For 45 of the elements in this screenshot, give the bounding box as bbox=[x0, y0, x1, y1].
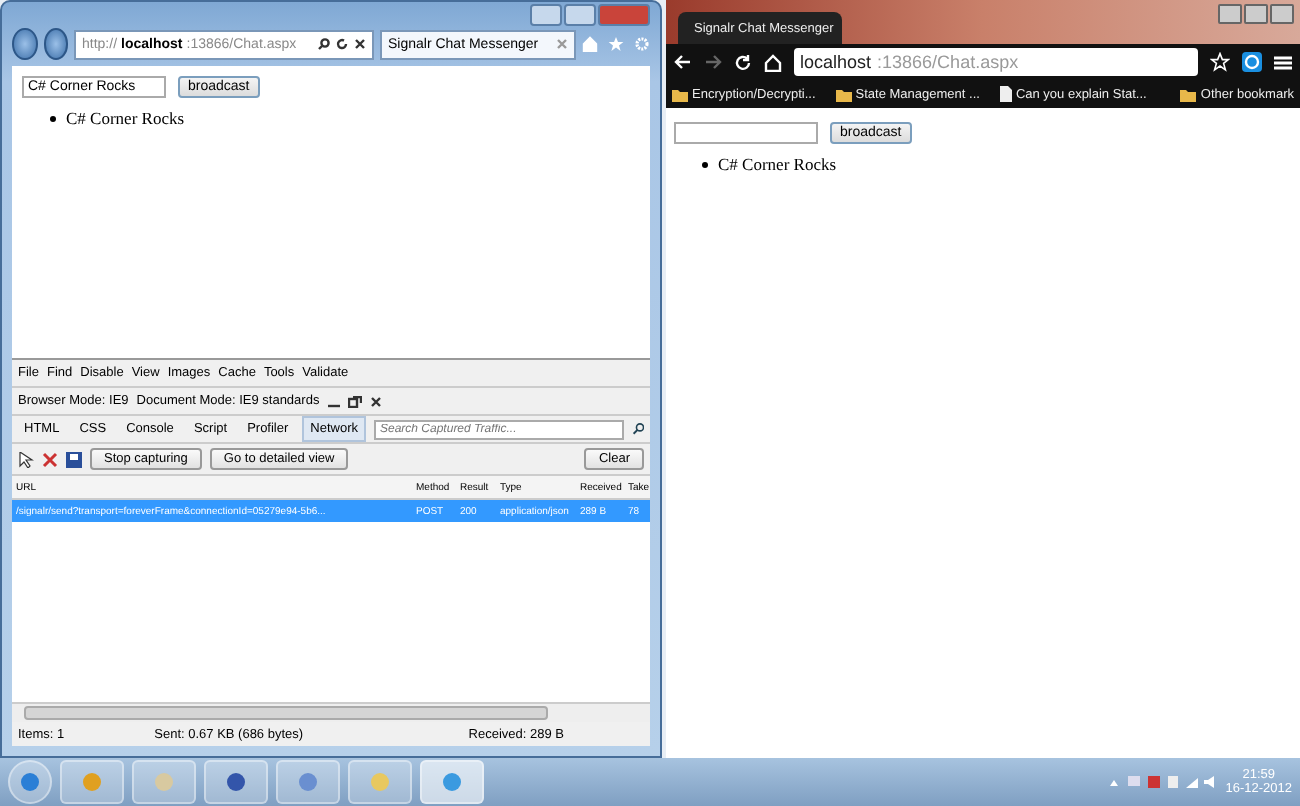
tray-icons-drawing[interactable] bbox=[1109, 774, 1214, 790]
maximize-button[interactable] bbox=[564, 4, 596, 26]
close-icon[interactable] bbox=[369, 395, 382, 407]
app-circle-icon bbox=[154, 772, 174, 792]
folder-icon bbox=[1180, 87, 1197, 101]
star-icon[interactable] bbox=[608, 36, 624, 52]
reload-icon[interactable] bbox=[734, 53, 752, 71]
save-icon[interactable] bbox=[66, 451, 82, 467]
bullet-icon bbox=[702, 162, 708, 168]
maximize-button[interactable] bbox=[1244, 4, 1268, 24]
search-icon[interactable] bbox=[631, 422, 644, 436]
message-field[interactable] bbox=[674, 122, 818, 144]
app-circle-icon bbox=[442, 772, 462, 792]
taskbar-button[interactable] bbox=[276, 760, 340, 804]
app-circle-icon bbox=[226, 772, 246, 792]
minimize-button[interactable] bbox=[1218, 4, 1242, 24]
search-icon[interactable] bbox=[318, 38, 330, 50]
start-button[interactable] bbox=[8, 760, 52, 804]
app-circle-icon bbox=[82, 772, 102, 792]
folder-icon bbox=[672, 87, 688, 101]
clear-cache-icon[interactable] bbox=[42, 451, 58, 467]
page-icon bbox=[999, 86, 1012, 102]
bullet-icon bbox=[50, 116, 56, 122]
menu-icon[interactable] bbox=[1274, 53, 1292, 71]
taskbar-button[interactable] bbox=[204, 760, 268, 804]
chat-message: C# Corner Rocks bbox=[66, 108, 185, 130]
close-icon[interactable] bbox=[354, 38, 366, 50]
folder-icon bbox=[835, 87, 852, 101]
horizontal-scrollbar[interactable] bbox=[12, 702, 650, 722]
app-circle-icon bbox=[370, 772, 390, 792]
address-bar[interactable]: localhost:13866/Chat.aspx bbox=[794, 48, 1198, 76]
app-circle-icon bbox=[298, 772, 318, 792]
windows-logo-icon bbox=[20, 772, 40, 792]
star-icon[interactable] bbox=[1210, 52, 1230, 72]
extension-icon[interactable] bbox=[1242, 52, 1262, 72]
forward-icon[interactable] bbox=[704, 54, 722, 70]
home-icon[interactable] bbox=[764, 53, 782, 71]
undock-icon[interactable] bbox=[347, 395, 362, 407]
chat-message: C# Corner Rocks bbox=[718, 154, 837, 176]
close-button[interactable] bbox=[1270, 4, 1294, 24]
minimize-button[interactable] bbox=[530, 4, 562, 26]
cursor-icon[interactable] bbox=[18, 451, 34, 467]
refresh-icon[interactable] bbox=[336, 38, 348, 50]
taskbar-button[interactable] bbox=[420, 760, 484, 804]
back-icon[interactable] bbox=[674, 54, 692, 70]
